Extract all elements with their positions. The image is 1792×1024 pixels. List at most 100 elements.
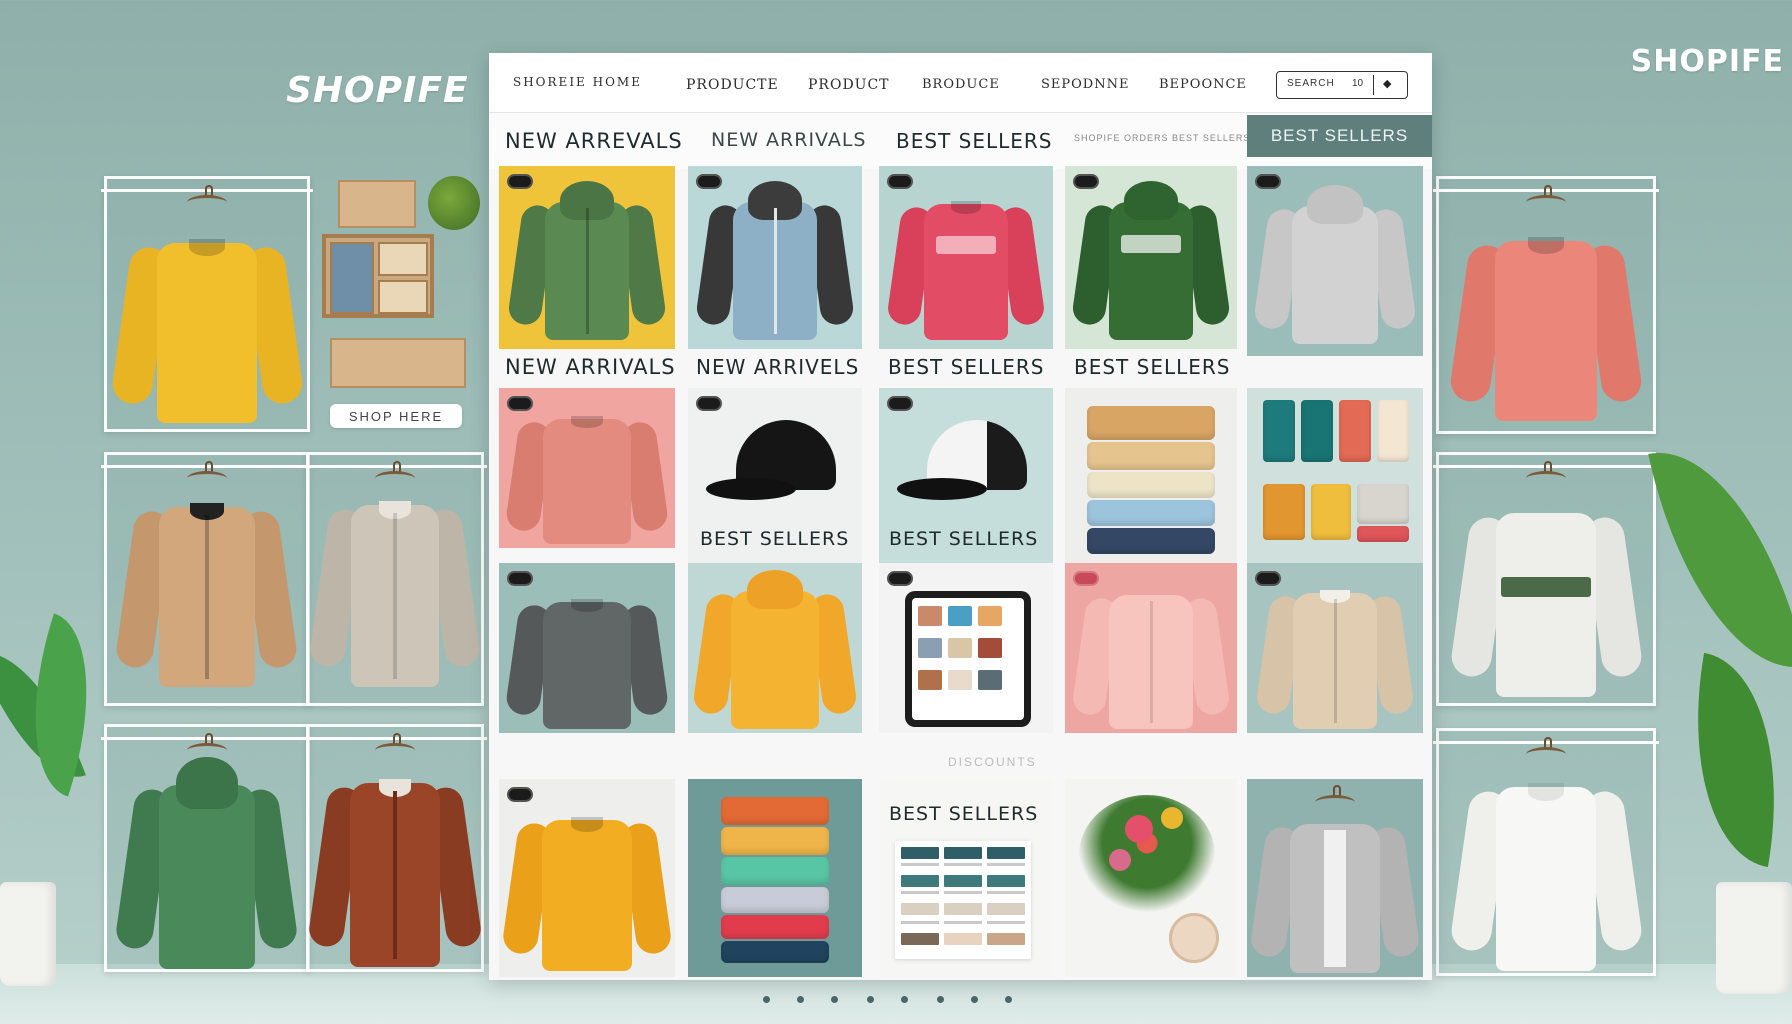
faint-discounts-label: DISCOUNTS: [948, 755, 1037, 769]
search-label: SEARCH: [1287, 78, 1335, 89]
search-separator: [1373, 75, 1374, 95]
tab-best-sellers-active[interactable]: BEST SELLERS: [1247, 115, 1432, 157]
yellow-hoodie: [691, 570, 859, 729]
grey-knit-hoodie: [1252, 185, 1418, 344]
product-tile-color-swatches[interactable]: [1247, 388, 1423, 578]
folded-item: [721, 887, 829, 913]
product-tile-beige-blazer[interactable]: [1247, 563, 1423, 733]
caption-best-sellers-2[interactable]: BEST SELLERS: [1074, 355, 1230, 379]
green-hoodie[interactable]: [114, 757, 300, 969]
green-zip-hoodie: [506, 181, 668, 340]
product-tile-grey-sweater[interactable]: [499, 563, 675, 733]
yellow-sweater[interactable]: [109, 227, 305, 423]
brand-logo-right[interactable]: SHOPIFE: [1631, 44, 1784, 79]
caption-best-sellers-4[interactable]: BEST SELLERS: [889, 528, 1038, 550]
rack-white-knit: [1433, 452, 1659, 706]
white-patterned-sweater[interactable]: [1448, 497, 1644, 697]
product-tile-yellow-knit[interactable]: [499, 779, 675, 977]
pagination-dot[interactable]: [937, 996, 944, 1003]
folded-knit: [1087, 442, 1215, 470]
flower-yellow-icon: [1161, 807, 1183, 829]
shop-here-label[interactable]: SHOP HERE: [330, 404, 462, 428]
hanger-icon: [1524, 185, 1568, 209]
yellow-cable-sweater: [501, 807, 673, 971]
folded-item: [721, 857, 829, 885]
folded-item: [721, 797, 829, 825]
swatch: [1357, 526, 1409, 542]
nav-item-brands[interactable]: BRODUCE: [922, 77, 1000, 92]
pagination-dot[interactable]: [763, 996, 770, 1003]
plant-pot: [0, 882, 56, 986]
grey-coat[interactable]: [308, 489, 482, 687]
search-box[interactable]: SEARCH 10 ◆: [1276, 71, 1408, 99]
product-tile-green-zip-hoodie[interactable]: [499, 166, 675, 349]
plant-leaf: [1648, 431, 1792, 689]
pagination-dot[interactable]: [867, 996, 874, 1003]
caption-new-arrivals[interactable]: NEW ARRIVALS: [505, 355, 676, 379]
tag-icon: [887, 571, 913, 586]
nav-item-responsive[interactable]: SEPODNNE: [1041, 77, 1129, 92]
pagination-dot[interactable]: [831, 996, 838, 1003]
white-sweater[interactable]: [1448, 771, 1644, 971]
category-best-sellers[interactable]: BEST SELLERS: [896, 129, 1052, 153]
caption-new-arrivels[interactable]: NEW ARRIVELS: [696, 355, 859, 379]
hanger-icon: [185, 461, 229, 485]
brand-logo-left[interactable]: SHOPIFE: [286, 70, 469, 111]
product-tile-best-sellers-list[interactable]: BEST SELLERS: [879, 779, 1053, 977]
product-tile-trucker-cap[interactable]: BEST SELLERS: [879, 388, 1053, 573]
caption-best-sellers-5[interactable]: BEST SELLERS: [889, 803, 1038, 825]
dark-green-hoodie: [1070, 181, 1232, 340]
decor-box-bottom: [330, 338, 466, 388]
charcoal-sweater: [504, 591, 670, 729]
grey-cardigan: [1249, 811, 1421, 973]
tan-bomber-jacket[interactable]: [114, 491, 300, 687]
caption-best-sellers-1[interactable]: BEST SELLERS: [888, 355, 1044, 379]
product-tile-black-cap[interactable]: BEST SELLERS: [688, 388, 862, 573]
nav-item-response[interactable]: BEPOONCE: [1159, 77, 1247, 92]
category-new-arrivals[interactable]: NEW ARREVALS: [505, 129, 683, 153]
rack-white-sweater: [1433, 728, 1659, 976]
rack-green-hoodie: [101, 724, 313, 972]
hanger-icon: [1524, 461, 1568, 485]
product-tile-green-hoodie[interactable]: [1065, 166, 1237, 349]
hanger-icon: [185, 733, 229, 757]
beige-blazer: [1254, 581, 1416, 729]
decor-shelf: [322, 234, 434, 318]
nav-item-product[interactable]: PRODUCT: [808, 77, 890, 93]
pagination-dot[interactable]: [901, 996, 908, 1003]
product-tile-grey-cardigan[interactable]: [1247, 779, 1423, 977]
shield-icon[interactable]: ◆: [1383, 77, 1391, 90]
search-badge: 10: [1352, 78, 1364, 89]
brown-leather-jacket[interactable]: [307, 767, 483, 967]
product-tile-tablet[interactable]: [879, 563, 1053, 733]
product-tile-flowers[interactable]: [1065, 779, 1237, 977]
nav-item-products[interactable]: PRODUCTE: [686, 77, 779, 93]
folded-knit: [1087, 406, 1215, 440]
product-tile-yellow-hoodie[interactable]: [688, 563, 862, 733]
caption-best-sellers-3[interactable]: BEST SELLERS: [700, 528, 849, 550]
product-tile-pink-sweater[interactable]: [499, 388, 675, 548]
product-tile-pink-shirt[interactable]: [1065, 563, 1237, 733]
plant-leaf: [1669, 652, 1792, 868]
nav-item-home[interactable]: SHOREIE HOME: [513, 75, 642, 89]
pink-cable-sweater[interactable]: [1447, 225, 1645, 421]
product-tile-red-sweatshirt[interactable]: [879, 166, 1053, 349]
category-new-arrivals-alt[interactable]: NEW ARRIVALS: [711, 129, 866, 151]
product-tile-folded-knits[interactable]: [1065, 388, 1237, 578]
pink-knit-sweater: [504, 408, 670, 544]
pagination-dot[interactable]: [971, 996, 978, 1003]
pagination-dot[interactable]: [797, 996, 804, 1003]
product-tile-denim-jacket[interactable]: [688, 166, 862, 349]
category-small-text: SHOPIFE ORDERS BEST SELLERS: [1074, 133, 1251, 143]
flower-rose-icon: [1125, 815, 1153, 843]
product-tile-grey-hoodie[interactable]: [1247, 166, 1423, 356]
pagination-dot[interactable]: [1005, 996, 1012, 1003]
hanger-icon: [185, 185, 229, 209]
rack-yellow-sweater: [101, 176, 313, 432]
product-tile-folded-stack[interactable]: [688, 779, 862, 977]
tag-icon: [1073, 174, 1099, 189]
black-baseball-cap: [706, 420, 846, 520]
tag-icon: [1255, 174, 1281, 189]
flower-bouquet: [1079, 795, 1215, 915]
hanger-icon: [1313, 785, 1357, 809]
